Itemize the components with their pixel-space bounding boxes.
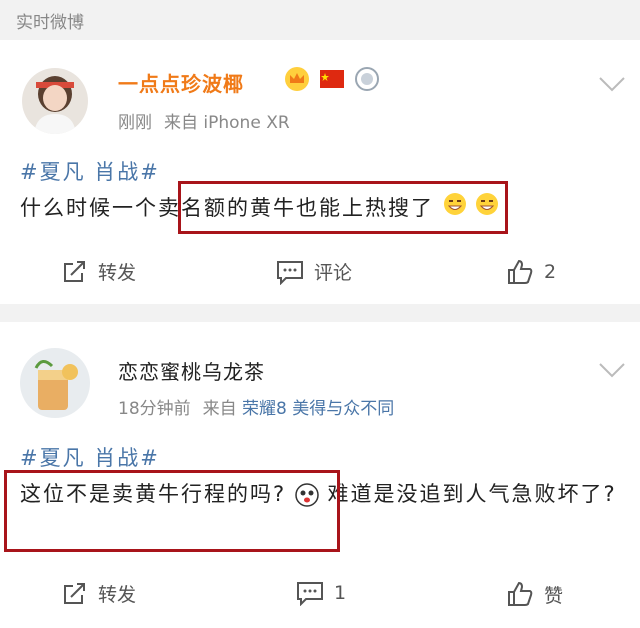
medal-icon[interactable] xyxy=(354,66,380,92)
like-count: 2 xyxy=(544,261,557,283)
comment-button[interactable]: 1 xyxy=(296,580,346,606)
section-header: 实时微博 xyxy=(0,0,640,40)
repost-button[interactable]: 转发 xyxy=(62,580,136,607)
repost-label: 转发 xyxy=(98,262,137,284)
comment-label: 评论 xyxy=(314,262,353,284)
comment-button[interactable]: 评论 xyxy=(276,258,352,285)
highlight-box xyxy=(4,470,340,552)
user-badges xyxy=(284,66,384,96)
username[interactable]: 一点点珍波椰 xyxy=(118,68,244,97)
comment-icon xyxy=(297,582,323,606)
post-meta: 刚刚 来自 iPhone XR xyxy=(118,108,290,133)
comment-count: 1 xyxy=(334,582,347,604)
post-meta: 18分钟前 来自 荣耀8 美得与众不同 xyxy=(118,394,394,419)
avatar[interactable] xyxy=(20,348,90,418)
post-source[interactable]: 荣耀8 xyxy=(242,399,287,419)
post-card[interactable]: 一点点珍波椰 刚刚 来自 iPhone XR #夏凡 肖战# 什么时候一个卖名额的… xyxy=(0,40,640,304)
topic-link[interactable]: #夏凡 肖战# xyxy=(20,442,160,472)
thumbs-up-icon xyxy=(508,259,533,284)
chevron-down-icon[interactable] xyxy=(598,76,626,92)
repost-icon xyxy=(64,260,85,282)
post-source: iPhone XR xyxy=(203,113,290,133)
like-label: 赞 xyxy=(544,584,564,607)
topic-link[interactable]: #夏凡 肖战# xyxy=(20,156,160,186)
post-time: 刚刚 xyxy=(118,113,152,133)
section-title: 实时微博 xyxy=(16,13,84,33)
comment-icon xyxy=(277,260,303,285)
repost-button[interactable]: 转发 xyxy=(62,258,136,285)
vip-crown-icon[interactable] xyxy=(284,66,310,92)
thumbs-up-icon xyxy=(508,581,533,606)
like-button[interactable]: 赞 xyxy=(506,580,563,608)
highlight-box xyxy=(178,181,508,234)
post-card[interactable]: 恋恋蜜桃乌龙茶 18分钟前 来自 荣耀8 美得与众不同 #夏凡 肖战# 这位不是卖… xyxy=(0,322,640,628)
post-source-extra[interactable]: 美得与众不同 xyxy=(292,399,394,419)
post-time: 18分钟前 xyxy=(118,399,191,419)
avatar[interactable] xyxy=(22,68,88,134)
chevron-down-icon[interactable] xyxy=(598,362,626,378)
source-prefix: 来自 xyxy=(202,399,237,419)
username[interactable]: 恋恋蜜桃乌龙茶 xyxy=(118,356,265,385)
repost-label: 转发 xyxy=(98,584,137,606)
post-text-b: 难道是没追到人气急败坏了? xyxy=(327,482,617,506)
repost-icon xyxy=(64,582,85,604)
source-prefix: 来自 xyxy=(164,113,198,133)
like-button[interactable]: 2 xyxy=(506,258,556,286)
china-flag-icon[interactable] xyxy=(319,66,345,92)
